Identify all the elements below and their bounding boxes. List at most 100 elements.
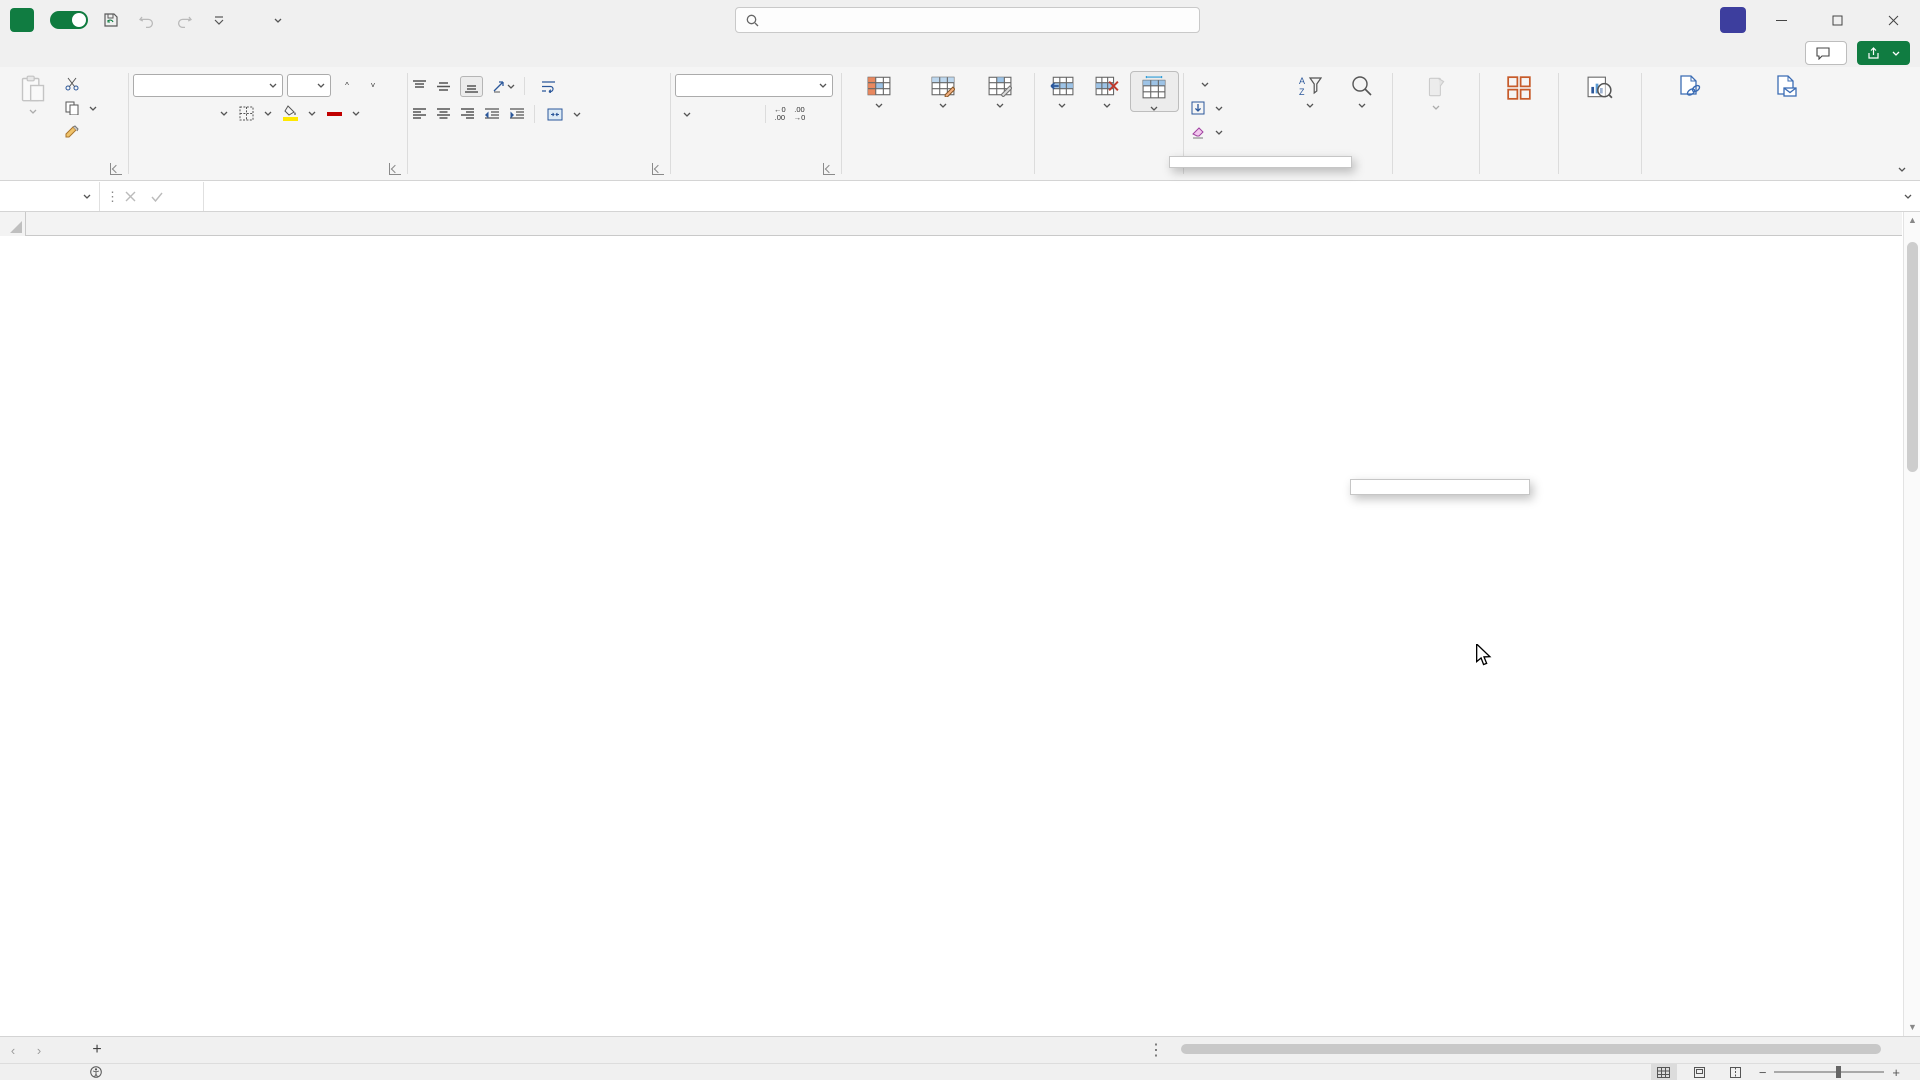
orientation-icon[interactable] [492, 79, 515, 93]
increase-indent-icon[interactable] [509, 108, 525, 121]
vertical-scrollbar[interactable]: ▲ ▼ [1903, 212, 1920, 1036]
accessibility-status[interactable] [90, 1066, 107, 1078]
wrap-text-button[interactable] [538, 75, 564, 97]
merge-center-button[interactable] [544, 103, 584, 125]
zoom-in-icon[interactable]: + [1892, 1065, 1900, 1080]
ribbon-collapse-icon[interactable] [1898, 167, 1906, 172]
select-all-corner[interactable] [0, 212, 26, 236]
percent-style-icon[interactable] [705, 103, 727, 125]
maximize-icon[interactable] [1816, 2, 1858, 38]
shrink-font-icon[interactable]: ˅ [361, 75, 383, 97]
excel-logo-icon[interactable] [10, 8, 34, 32]
dialog-launcher-icon[interactable] [389, 163, 401, 175]
cancel-icon[interactable] [125, 191, 151, 202]
chevron-down-icon[interactable] [352, 111, 360, 116]
add-sheet-icon[interactable]: + [82, 1037, 112, 1063]
align-bottom-icon[interactable] [460, 76, 483, 97]
decrease-decimal-icon[interactable]: .00→0 [794, 106, 806, 123]
format-button[interactable] [1130, 71, 1179, 112]
number-format-select[interactable] [675, 74, 833, 97]
font-name-select[interactable] [133, 74, 283, 97]
horizontal-scrollbar[interactable] [1175, 1043, 1893, 1055]
status-bar: − + [0, 1063, 1920, 1080]
accounting-format-icon[interactable] [675, 103, 697, 125]
copy-button[interactable] [62, 97, 100, 119]
autosave-toggle[interactable] [50, 11, 88, 29]
cell-styles-button[interactable] [974, 71, 1026, 108]
formula-bar-expand-icon[interactable] [1904, 194, 1912, 199]
decrease-indent-icon[interactable] [484, 108, 500, 121]
sheet-nav-left-icon[interactable]: ‹ [0, 1037, 26, 1063]
undo-icon[interactable] [134, 7, 160, 33]
comma-style-icon[interactable] [735, 103, 757, 125]
insert-cells-button[interactable] [1039, 71, 1084, 108]
delete-cells-button[interactable] [1084, 71, 1129, 108]
vertical-scrollbar-thumb[interactable] [1907, 242, 1918, 472]
fill-button[interactable] [1188, 97, 1284, 119]
align-left-icon[interactable] [412, 108, 427, 121]
name-box-drag-handle[interactable]: ⋮ [100, 189, 125, 205]
chevron-down-icon[interactable] [264, 111, 272, 116]
align-middle-icon[interactable] [436, 80, 451, 93]
redo-icon[interactable] [170, 7, 196, 33]
sheet-tab-options-icon[interactable]: ⋮ [1148, 1040, 1164, 1060]
sheet-nav-right-icon[interactable]: › [26, 1037, 52, 1063]
underline-icon[interactable] [191, 102, 213, 124]
fill-color-icon[interactable] [279, 102, 301, 124]
view-page-layout-icon[interactable] [1687, 1064, 1713, 1080]
align-right-icon[interactable] [460, 108, 475, 121]
name-box[interactable] [0, 182, 100, 211]
sort-filter-button[interactable]: AZ [1284, 71, 1336, 108]
paste-button[interactable] [4, 71, 62, 114]
customize-quick-access-icon[interactable] [206, 7, 232, 33]
align-top-icon[interactable] [412, 80, 427, 93]
create-pdf-outlook-button[interactable] [1738, 71, 1834, 102]
align-center-icon[interactable] [436, 108, 451, 121]
clear-button[interactable] [1188, 121, 1284, 143]
conditional-formatting-icon [867, 75, 891, 97]
share-button[interactable] [1857, 41, 1910, 65]
column-headers[interactable] [0, 212, 1902, 236]
italic-icon[interactable] [162, 102, 184, 124]
document-title[interactable] [256, 18, 282, 23]
add-ins-button[interactable] [1487, 71, 1551, 104]
increase-decimal-icon[interactable]: ←0.00 [774, 106, 786, 123]
chevron-down-icon[interactable] [308, 111, 316, 116]
ribbon: ^ ˅ [0, 67, 1920, 181]
comments-button[interactable] [1805, 41, 1847, 65]
group-label-addins [1484, 160, 1554, 180]
zoom-slider[interactable]: − + [1759, 1065, 1900, 1080]
dialog-launcher-icon[interactable] [110, 163, 122, 175]
font-color-icon[interactable] [323, 102, 345, 124]
search-input[interactable] [735, 7, 1200, 33]
dialog-launcher-icon[interactable] [652, 163, 664, 175]
format-painter-button[interactable] [62, 121, 100, 143]
minimize-icon[interactable] [1760, 2, 1802, 38]
borders-icon[interactable] [235, 102, 257, 124]
enter-icon[interactable] [151, 192, 177, 202]
bold-icon[interactable] [133, 102, 155, 124]
autosave-control[interactable] [44, 11, 88, 29]
view-page-break-icon[interactable] [1723, 1064, 1749, 1080]
pdf-share-link-icon [1677, 75, 1701, 99]
save-icon[interactable] [98, 7, 124, 33]
format-as-table-button[interactable] [912, 71, 974, 108]
chevron-down-icon[interactable] [220, 111, 228, 116]
find-select-button[interactable] [1336, 71, 1388, 108]
create-pdf-share-link-button[interactable] [1646, 71, 1732, 102]
horizontal-scrollbar-thumb[interactable] [1181, 1044, 1881, 1054]
sensitivity-button[interactable] [1397, 71, 1475, 110]
zoom-slider-thumb[interactable] [1836, 1066, 1841, 1078]
analyze-data-button[interactable] [1565, 71, 1635, 104]
spreadsheet-grid[interactable] [0, 212, 1902, 1036]
view-normal-icon[interactable] [1651, 1064, 1677, 1080]
close-icon[interactable] [1872, 2, 1914, 38]
zoom-out-icon[interactable]: − [1759, 1065, 1767, 1080]
grow-font-icon[interactable]: ^ [335, 75, 357, 97]
cut-button[interactable] [62, 73, 100, 95]
user-avatar[interactable] [1720, 7, 1746, 33]
dialog-launcher-icon[interactable] [823, 163, 835, 175]
font-size-select[interactable] [287, 74, 331, 97]
conditional-formatting-button[interactable] [846, 71, 912, 108]
autosum-button[interactable] [1188, 73, 1284, 95]
